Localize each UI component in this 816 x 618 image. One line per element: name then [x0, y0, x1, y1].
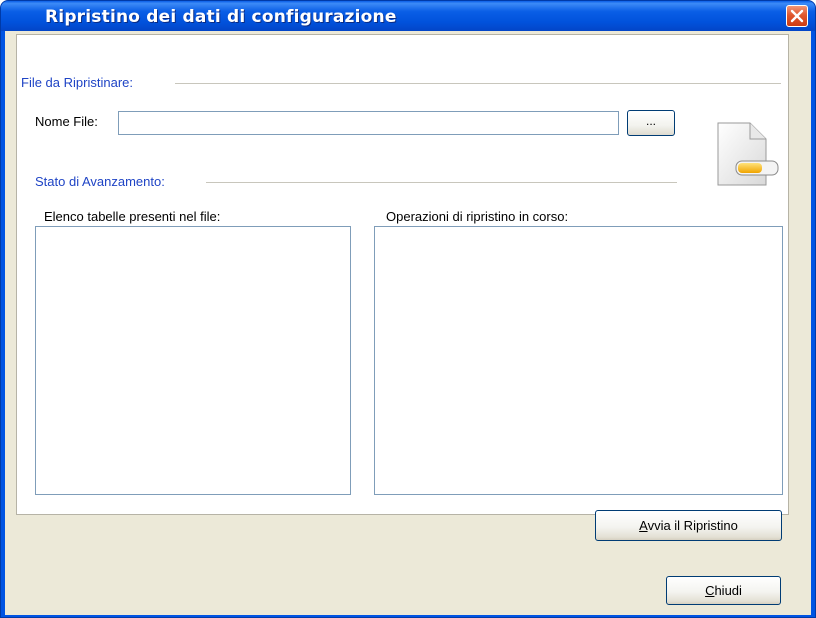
- start-restore-button[interactable]: Avvia il Ripristino: [595, 510, 782, 541]
- title-bar[interactable]: Ripristino dei dati di configurazione: [1, 1, 815, 31]
- close-button[interactable]: Chiudi: [666, 576, 781, 605]
- close-label: hiudi: [714, 583, 742, 598]
- start-restore-mnemonic: A: [639, 518, 648, 533]
- file-restore-icon: [710, 119, 786, 191]
- browse-button[interactable]: ...: [627, 110, 675, 136]
- progress-section-divider: [206, 182, 677, 183]
- progress-section-label: Stato di Avanzamento:: [35, 174, 165, 189]
- filename-label: Nome File:: [35, 114, 98, 129]
- filename-input[interactable]: [118, 111, 619, 135]
- file-section-label: File da Ripristinare:: [21, 75, 133, 90]
- operations-list-label: Operazioni di ripristino in corso:: [386, 209, 569, 224]
- tables-list-label: Elenco tabelle presenti nel file:: [44, 209, 221, 224]
- dialog-window: Ripristino dei dati di configurazione Fi…: [0, 0, 816, 618]
- window-title: Ripristino dei dati di configurazione: [45, 7, 397, 27]
- close-icon: [790, 9, 804, 23]
- tables-listbox[interactable]: [35, 226, 351, 495]
- start-restore-label: vvia il Ripristino: [647, 518, 738, 533]
- operations-listbox[interactable]: [374, 226, 783, 495]
- file-section-divider: [175, 83, 781, 84]
- close-window-button[interactable]: [786, 5, 808, 27]
